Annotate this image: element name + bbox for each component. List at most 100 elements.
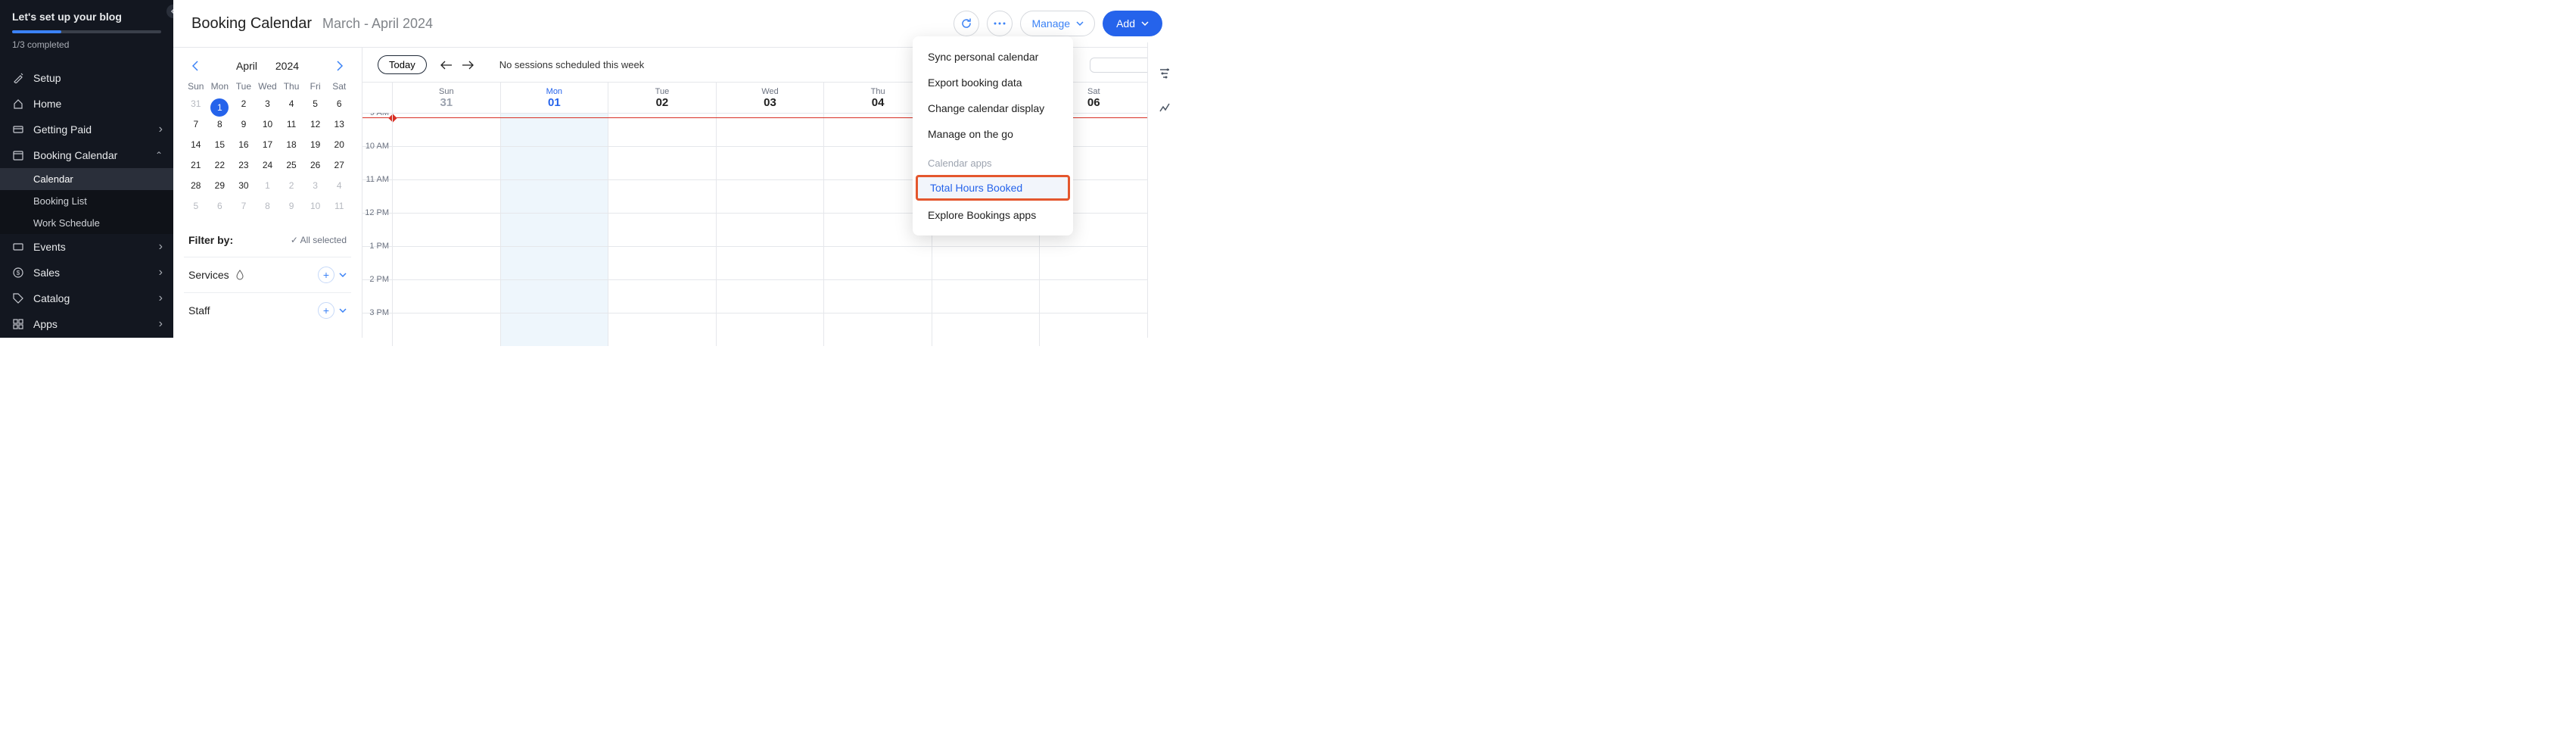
mini-cal-day[interactable]: 18 [279,136,303,156]
time-slot[interactable] [932,280,1041,313]
mini-cal-day[interactable]: 21 [184,156,208,176]
mini-cal-day[interactable]: 23 [232,156,256,176]
time-slot[interactable] [393,313,501,346]
dd-explore-apps[interactable]: Explore Bookings apps [913,202,1073,228]
manage-button[interactable]: Manage [1020,11,1095,36]
time-slot[interactable] [1040,247,1147,279]
dd-export[interactable]: Export booking data [913,70,1073,95]
time-slot[interactable] [717,147,825,179]
time-slot[interactable] [393,147,501,179]
time-slot[interactable] [717,114,825,146]
mini-cal-day[interactable]: 11 [327,197,351,217]
time-slot[interactable] [608,313,717,346]
time-slot[interactable] [717,280,825,313]
time-slot[interactable] [932,313,1041,346]
time-slot[interactable] [608,214,717,246]
time-slot[interactable] [717,247,825,279]
mini-cal-next[interactable] [337,61,344,71]
chevron-down-icon[interactable] [339,273,347,277]
mini-cal-day[interactable]: 6 [208,197,232,217]
mini-cal-day[interactable]: 9 [232,115,256,136]
time-slot[interactable] [501,180,609,213]
mini-cal-day[interactable]: 10 [256,115,280,136]
mini-cal-day[interactable]: 6 [327,95,351,115]
mini-cal-day[interactable]: 3 [303,176,328,197]
setup-card[interactable]: Let's set up your blog 1/3 completed [0,0,173,59]
mini-cal-day[interactable]: 3 [256,95,280,115]
mini-cal-day[interactable]: 14 [184,136,208,156]
insights-icon[interactable] [1156,98,1173,115]
mini-cal-day[interactable]: 8 [256,197,280,217]
mini-cal-day[interactable]: 7 [184,115,208,136]
time-slot[interactable] [608,280,717,313]
time-slot[interactable] [393,280,501,313]
refresh-button[interactable] [954,11,979,36]
time-slot[interactable] [717,313,825,346]
time-slot[interactable] [501,114,609,146]
time-slot[interactable] [608,147,717,179]
filter-staff[interactable]: Staff + [184,292,351,328]
mini-cal-day[interactable]: 17 [256,136,280,156]
more-button[interactable] [987,11,1013,36]
mini-cal-day[interactable]: 10 [303,197,328,217]
mini-cal-prev[interactable] [191,61,198,71]
mini-cal-day[interactable]: 27 [327,156,351,176]
sidebar-item-catalog[interactable]: Catalog [0,285,173,311]
mini-cal-day[interactable]: 2 [232,95,256,115]
mini-cal-day[interactable]: 7 [232,197,256,217]
mini-cal-day[interactable]: 26 [303,156,328,176]
add-button[interactable]: Add [1103,11,1162,36]
mini-cal-day[interactable]: 19 [303,136,328,156]
mini-cal-day[interactable]: 5 [303,95,328,115]
next-week-button[interactable] [462,60,475,70]
sidebar-item-setup[interactable]: Setup [0,65,173,91]
mini-cal-day[interactable]: 31 [184,95,208,115]
mini-cal-day[interactable]: 28 [184,176,208,197]
mini-cal-day[interactable]: 16 [232,136,256,156]
mini-cal-day[interactable]: 15 [208,136,232,156]
mini-cal-day[interactable]: 12 [303,115,328,136]
sub-item-booking-list[interactable]: Booking List [0,190,173,212]
time-slot[interactable] [608,114,717,146]
time-slot[interactable] [608,247,717,279]
mini-cal-day[interactable]: 24 [256,156,280,176]
prev-week-button[interactable] [439,60,453,70]
sidebar-item-home[interactable]: Home [0,91,173,117]
time-slot[interactable] [501,247,609,279]
time-slot[interactable] [501,147,609,179]
time-slot[interactable] [501,214,609,246]
dd-change-display[interactable]: Change calendar display [913,95,1073,121]
sub-item-calendar[interactable]: Calendar [0,168,173,190]
sidebar-item-getting-paid[interactable]: Getting Paid [0,117,173,142]
mini-cal-day[interactable]: 13 [327,115,351,136]
time-slot[interactable] [824,313,932,346]
sub-item-work-schedule[interactable]: Work Schedule [0,212,173,234]
time-slot[interactable] [608,180,717,213]
time-slot[interactable] [824,247,932,279]
dd-manage-on-go[interactable]: Manage on the go [913,121,1073,147]
chevron-down-icon[interactable] [339,308,347,313]
time-slot[interactable] [393,214,501,246]
mini-cal-day[interactable]: 2 [279,176,303,197]
time-slot[interactable] [393,247,501,279]
filter-panel-icon[interactable] [1156,65,1173,82]
mini-cal-day[interactable]: 1 [208,95,232,115]
time-slot[interactable] [1040,280,1147,313]
today-button[interactable]: Today [378,55,427,74]
mini-cal-day[interactable]: 8 [208,115,232,136]
time-slot[interactable] [501,313,609,346]
add-service-button[interactable]: + [318,267,334,283]
time-slot[interactable] [717,180,825,213]
mini-cal-day[interactable]: 22 [208,156,232,176]
mini-cal-day[interactable]: 4 [279,95,303,115]
dd-sync-personal[interactable]: Sync personal calendar [913,44,1073,70]
sidebar-item-booking-calendar[interactable]: Booking Calendar [0,142,173,168]
sidebar-item-sales[interactable]: $ Sales [0,260,173,285]
mini-cal-day[interactable]: 30 [232,176,256,197]
time-slot[interactable] [501,280,609,313]
time-slot[interactable] [717,214,825,246]
sidebar-item-apps[interactable]: Apps [0,311,173,337]
dd-total-hours-booked[interactable]: Total Hours Booked [916,175,1070,201]
mini-cal-day[interactable]: 25 [279,156,303,176]
mini-cal-day[interactable]: 5 [184,197,208,217]
